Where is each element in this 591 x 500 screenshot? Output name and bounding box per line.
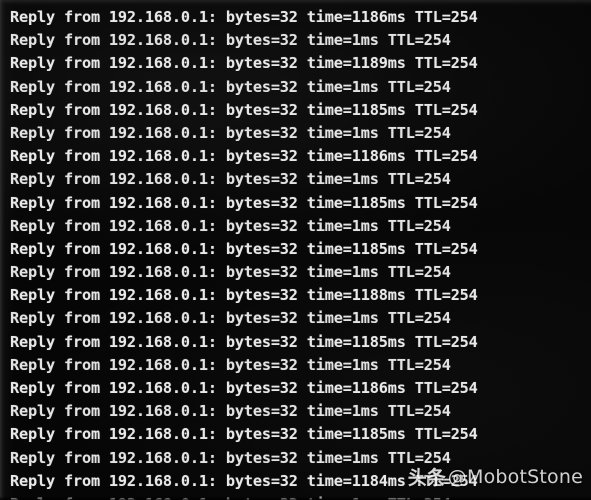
console-line: Reply from 192.168.0.1: bytes=32 time=1m… <box>10 355 451 374</box>
console-line: Reply from 192.168.0.1: bytes=32 time=11… <box>10 239 478 258</box>
console-output: Reply from 192.168.0.1: bytes=32 time=11… <box>0 0 591 500</box>
console-line: Reply from 192.168.0.1: bytes=32 time=1m… <box>10 31 451 50</box>
console-line: Reply from 192.168.0.1: bytes=32 time=1m… <box>10 170 451 189</box>
terminal-window: Reply from 192.168.0.1: bytes=32 time=11… <box>0 0 591 500</box>
console-line: Reply from 192.168.0.1: bytes=32 time=1m… <box>10 77 451 96</box>
console-line: Reply from 192.168.0.1: bytes=32 time=11… <box>10 8 478 26</box>
console-line: Reply from 192.168.0.1: bytes=32 time=11… <box>10 471 478 490</box>
console-line: Reply from 192.168.0.1: bytes=32 time<1m… <box>10 493 591 500</box>
console-line: Reply from 192.168.0.1: bytes=32 time=1m… <box>10 216 451 235</box>
console-line: Reply from 192.168.0.1: bytes=32 time=11… <box>10 379 478 397</box>
console-line: Reply from 192.168.0.1: bytes=32 time=11… <box>10 54 478 73</box>
console-line: Reply from 192.168.0.1: bytes=32 time=1m… <box>10 309 451 328</box>
console-line: Reply from 192.168.0.1: bytes=32 time=11… <box>10 425 478 444</box>
console-line: Reply from 192.168.0.1: bytes=32 time=1m… <box>10 448 451 467</box>
console-line: Reply from 192.168.0.1: bytes=32 time=1m… <box>10 402 451 421</box>
console-line: Reply from 192.168.0.1: bytes=32 time=11… <box>10 100 478 119</box>
console-line: Reply from 192.168.0.1: bytes=32 time=1m… <box>10 263 451 282</box>
console-line: Reply from 192.168.0.1: bytes=32 time=11… <box>10 286 478 305</box>
console-line: Reply from 192.168.0.1: bytes=32 time=11… <box>10 193 478 212</box>
console-line: Reply from 192.168.0.1: bytes=32 time=11… <box>10 147 478 166</box>
console-line: Reply from 192.168.0.1: bytes=32 time=1m… <box>10 123 451 142</box>
console-line: Reply from 192.168.0.1: bytes=32 time=11… <box>10 332 478 351</box>
